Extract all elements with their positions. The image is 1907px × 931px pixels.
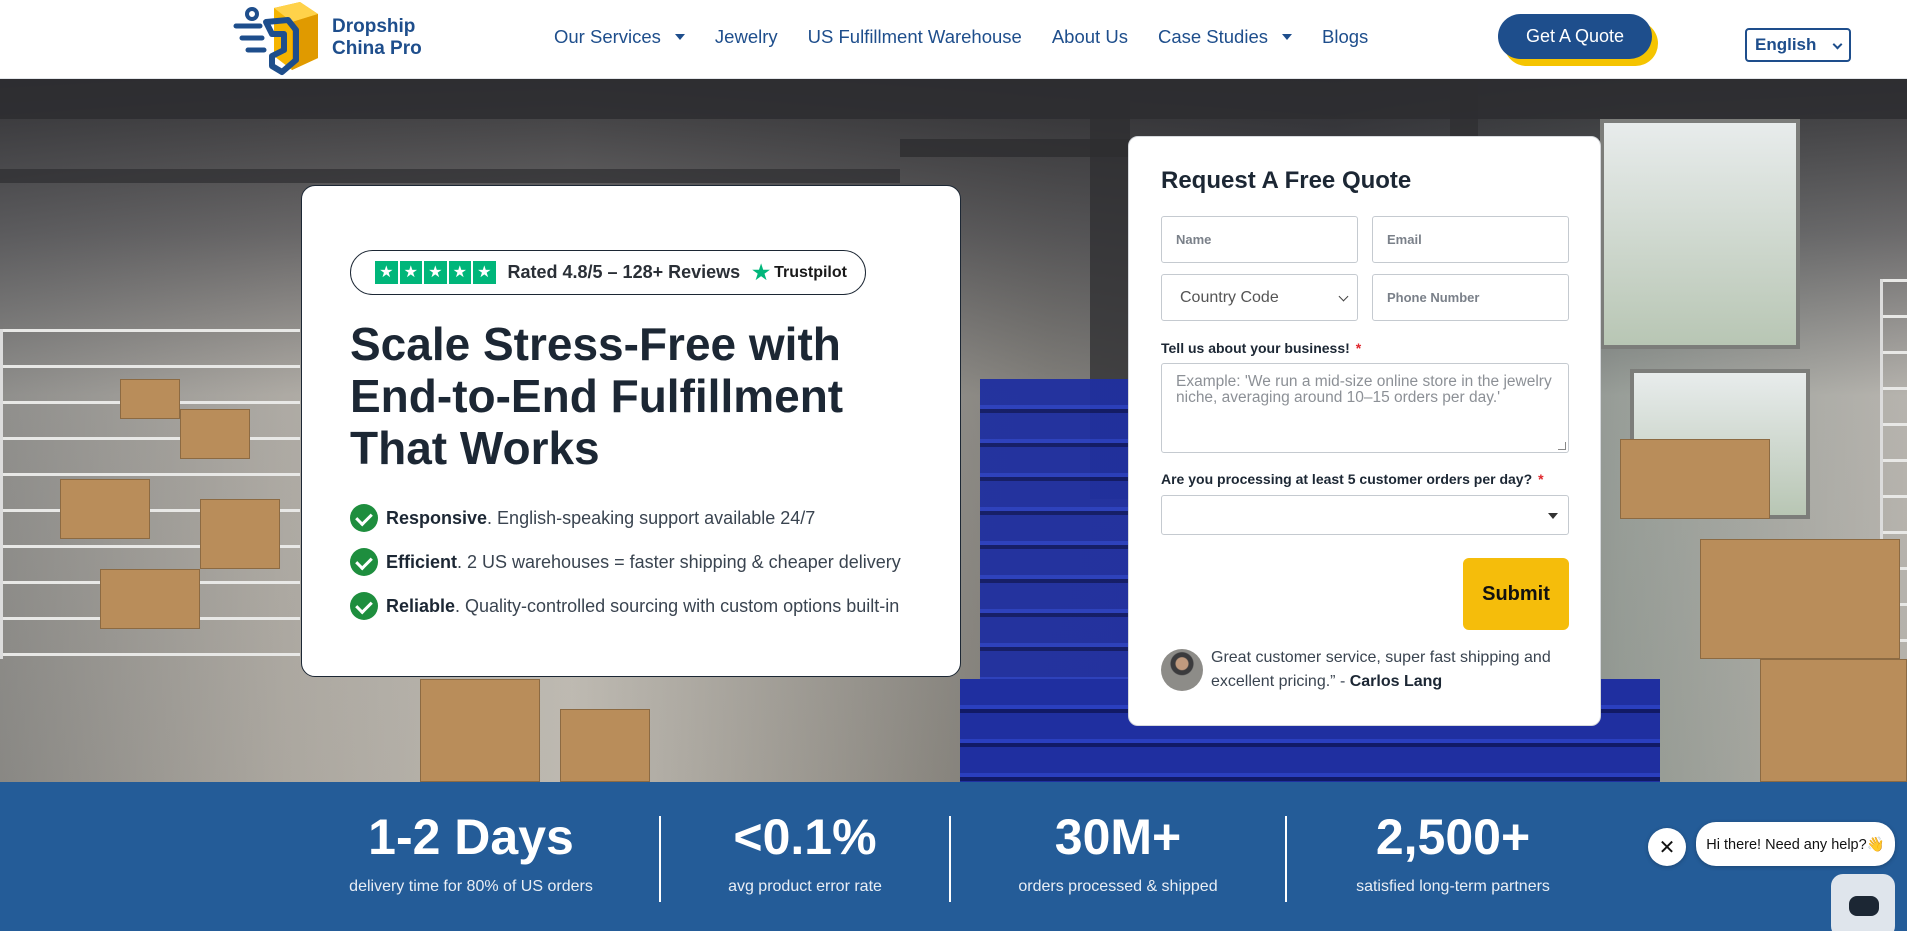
stat-orders-processed: 30M+ orders processed & shipped: [1000, 812, 1236, 896]
benefit-text: . English-speaking support available 24/…: [487, 507, 816, 528]
testimonial: Great customer service, super fast shipp…: [1161, 646, 1571, 694]
nav-jewelry-label: Jewelry: [714, 26, 778, 47]
benefit-title: Reliable: [386, 595, 456, 616]
country-code-value: Country Code: [1180, 288, 1279, 306]
logo-line-2: China Pro: [332, 38, 422, 59]
business-textarea[interactable]: Example: 'We run a mid-size online store…: [1161, 363, 1569, 453]
logo[interactable]: Dropship China Pro: [232, 0, 432, 76]
nav-case-studies[interactable]: Case Studies: [1158, 24, 1292, 50]
name-placeholder: Name: [1176, 232, 1212, 247]
star-icon: ★: [473, 261, 496, 284]
nav-us-fulfillment-warehouse[interactable]: US Fulfillment Warehouse: [808, 24, 1022, 50]
chat-launcher-button[interactable]: [1831, 874, 1895, 931]
trustpilot-label: Trustpilot: [774, 263, 847, 281]
stat-label: delivery time for 80% of US orders: [349, 878, 593, 895]
nav-blogs[interactable]: Blogs: [1322, 24, 1368, 50]
nav-us-fulfillment-warehouse-label: US Fulfillment Warehouse: [807, 26, 1022, 47]
email-field[interactable]: Email: [1372, 216, 1569, 263]
stat-value: 30M+: [1054, 809, 1182, 865]
caret-down-icon: [1282, 34, 1292, 40]
form-title: Request A Free Quote: [1161, 167, 1412, 194]
get-quote-wrapper: Get A Quote: [1498, 14, 1658, 66]
trustpilot-logo: ★ Trustpilot: [752, 260, 847, 285]
site-header: Dropship China Pro Our Services Jewelry …: [0, 0, 1907, 79]
logo-line-1: Dropship: [332, 16, 416, 37]
trustpilot-star-icon: ★: [752, 262, 771, 284]
submit-button[interactable]: Submit: [1463, 558, 1569, 630]
caret-down-icon: [674, 34, 685, 40]
stat-label: avg product error rate: [728, 878, 882, 895]
logo-icon: [232, 0, 328, 76]
chat-greeting-bubble[interactable]: Hi there! Need any help?👋: [1696, 822, 1895, 866]
hero-title: Scale Stress-Free with End-to-End Fulfil…: [350, 318, 844, 474]
nav-blogs-label: Blogs: [1322, 26, 1369, 47]
value-prop-card: ★ ★ ★ ★ ★ Rated 4.8/5 – 128+ Reviews ★ T…: [301, 185, 961, 677]
stat-label: orders processed & shipped: [1018, 878, 1218, 895]
star-icon: ★: [399, 261, 422, 284]
nav-our-services[interactable]: Our Services: [554, 24, 685, 50]
business-label: Tell us about your business! *: [1161, 340, 1361, 356]
required-mark: *: [1538, 471, 1544, 487]
quote-form-card: Request A Free Quote Name Email Country …: [1128, 136, 1601, 726]
benefit-item: Reliable. Quality-controlled sourcing wi…: [350, 584, 901, 628]
stat-value: 1-2 Days: [368, 809, 574, 865]
nav-our-services-label: Our Services: [554, 26, 661, 47]
main-nav: Our Services Jewelry US Fulfillment Ware…: [554, 24, 1368, 50]
check-circle-icon: [350, 548, 378, 576]
star-icon: ★: [448, 261, 471, 284]
stat-divider: [659, 816, 661, 902]
rating-text: Rated 4.8/5 – 128+ Reviews: [507, 262, 741, 282]
language-select[interactable]: English: [1745, 28, 1851, 62]
nav-case-studies-label: Case Studies: [1157, 26, 1268, 47]
check-circle-icon: [350, 504, 378, 532]
check-circle-icon: [350, 592, 378, 620]
benefit-list: Responsive. English-speaking support ava…: [350, 496, 901, 628]
resize-handle-icon[interactable]: [1558, 442, 1566, 450]
chat-close-button[interactable]: ✕: [1648, 828, 1686, 866]
benefit-text: . Quality-controlled sourcing with custo…: [455, 595, 900, 616]
avatar: [1161, 649, 1203, 691]
close-icon: ✕: [1658, 836, 1676, 859]
phone-field[interactable]: Phone Number: [1372, 274, 1569, 321]
orders-per-day-select[interactable]: [1161, 495, 1569, 535]
phone-placeholder: Phone Number: [1387, 290, 1480, 305]
orders-label-text: Are you processing at least 5 customer o…: [1161, 471, 1533, 487]
benefit-item: Efficient. 2 US warehouses = faster ship…: [350, 540, 901, 584]
stat-label: satisfied long-term partners: [1356, 878, 1550, 895]
stat-value: 2,500+: [1375, 809, 1531, 865]
name-field[interactable]: Name: [1161, 216, 1358, 263]
nav-about-us-label: About Us: [1051, 26, 1128, 47]
email-placeholder: Email: [1387, 232, 1422, 247]
chat-icon: [1849, 896, 1879, 916]
stat-delivery-time: 1-2 Days delivery time for 80% of US ord…: [341, 812, 601, 896]
stat-divider: [949, 816, 951, 902]
chevron-down-icon: [1832, 39, 1843, 50]
country-code-select[interactable]: Country Code: [1161, 274, 1358, 321]
nav-jewelry[interactable]: Jewelry: [715, 24, 778, 50]
chevron-down-icon: [1338, 291, 1349, 302]
benefit-text: . 2 US warehouses = faster shipping & ch…: [457, 551, 901, 572]
star-icon: ★: [424, 261, 447, 284]
nav-about-us[interactable]: About Us: [1052, 24, 1128, 50]
benefit-item: Responsive. English-speaking support ava…: [350, 496, 901, 540]
stat-error-rate: <0.1% avg product error rate: [700, 812, 910, 896]
business-placeholder: Example: 'We run a mid-size online store…: [1176, 373, 1552, 406]
benefit-title: Efficient: [386, 551, 458, 572]
get-quote-button[interactable]: Get A Quote: [1498, 14, 1652, 59]
rating-stars: ★ ★ ★ ★ ★: [375, 261, 496, 284]
star-icon: ★: [375, 261, 398, 284]
caret-down-icon: [1548, 513, 1558, 519]
stat-divider: [1285, 816, 1287, 902]
stat-partners: 2,500+ satisfied long-term partners: [1330, 812, 1576, 896]
testimonial-author: Carlos Lang: [1349, 673, 1443, 690]
stats-band: 1-2 Days delivery time for 80% of US ord…: [0, 782, 1907, 931]
trustpilot-rating[interactable]: ★ ★ ★ ★ ★ Rated 4.8/5 – 128+ Reviews ★ T…: [350, 250, 866, 295]
chat-greeting-text: Hi there! Need any help?👋: [1706, 836, 1885, 853]
orders-label: Are you processing at least 5 customer o…: [1161, 471, 1544, 487]
language-value: English: [1755, 35, 1817, 54]
stat-value: <0.1%: [733, 809, 877, 865]
business-label-text: Tell us about your business!: [1161, 340, 1350, 356]
required-mark: *: [1355, 340, 1362, 356]
benefit-title: Responsive: [386, 507, 488, 528]
